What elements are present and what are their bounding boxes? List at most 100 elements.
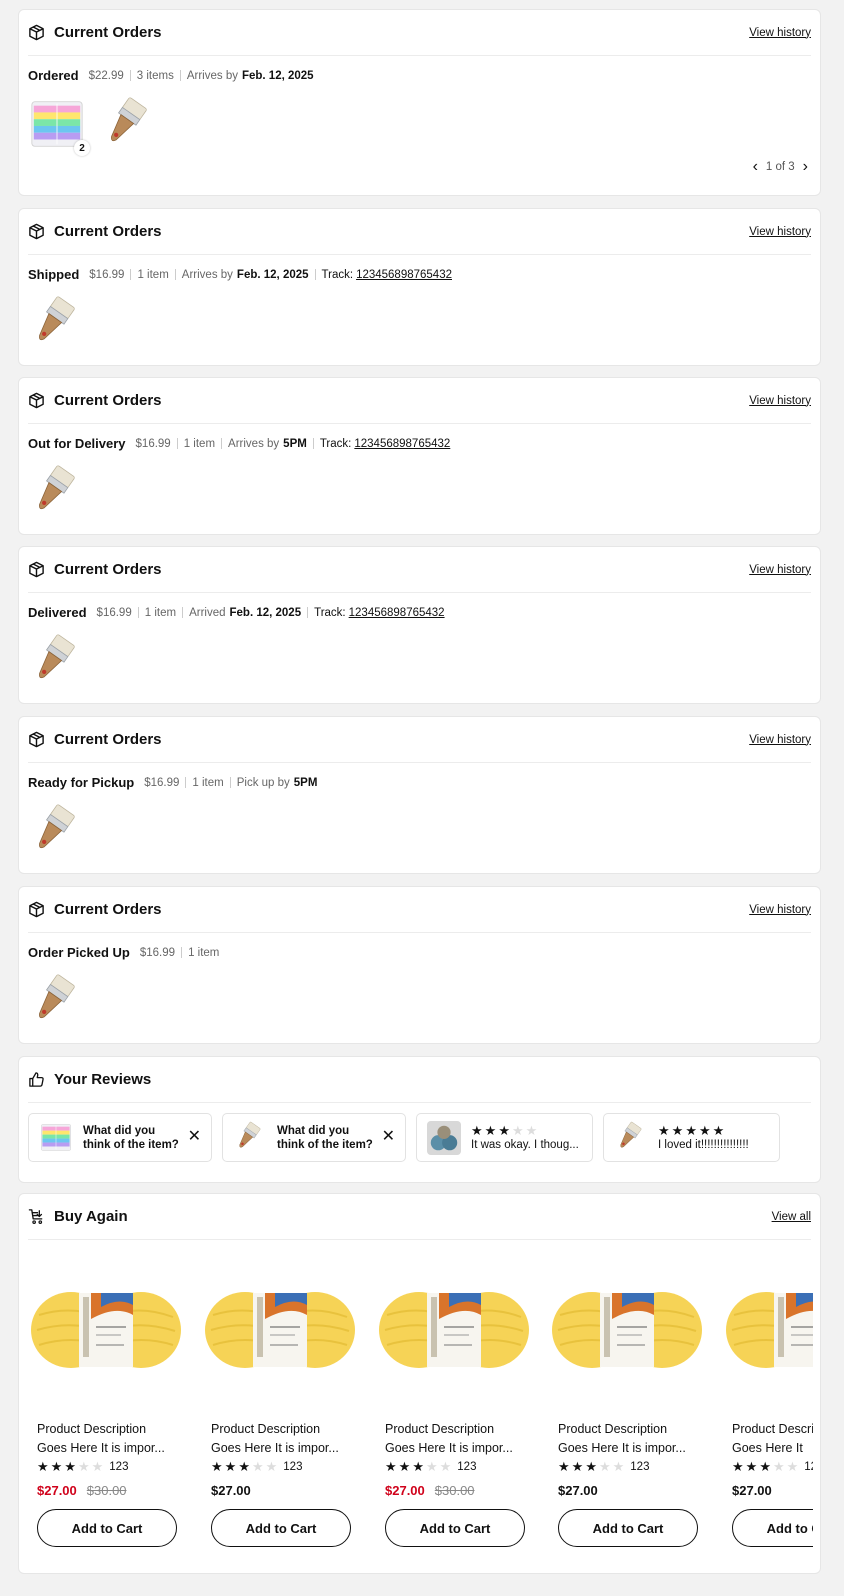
product-card[interactable]: Product Description Goes Here It is impor…	[202, 1250, 357, 1547]
order-status: Ready for Pickup	[28, 775, 135, 790]
paintbrush-thumbnail[interactable]	[28, 633, 86, 691]
product-description-line: Goes Here It	[732, 1441, 803, 1455]
order-thumbnails	[28, 973, 86, 1031]
package-icon	[28, 24, 46, 42]
thumbs-up-icon	[28, 1071, 46, 1089]
paintbrush-thumbnail[interactable]	[28, 973, 86, 1031]
product-description-line: Goes Here It is impor...	[558, 1441, 686, 1455]
review-card[interactable]: ★ ★ ★ ★ ★ I loved it!!!!!!!!!!!!!!!	[603, 1113, 780, 1162]
view-history-link[interactable]: View history	[749, 27, 811, 39]
product-description[interactable]: Product Description Goes Here It is impor…	[385, 1420, 527, 1458]
view-history-link[interactable]: View history	[749, 395, 811, 407]
product-description-line: Product Description	[732, 1422, 813, 1436]
review-comment: I loved it!!!!!!!!!!!!!!!	[658, 1139, 749, 1151]
add-to-cart-button[interactable]: Add to Cart	[732, 1509, 813, 1547]
chevron-left-icon[interactable]: ‹	[753, 158, 758, 176]
product-card[interactable]: Product Description Goes Here It is impor…	[28, 1250, 183, 1547]
price: $27.00	[732, 1483, 772, 1498]
cart-icon	[28, 1208, 46, 1226]
card-header: Your Reviews	[28, 1057, 811, 1103]
order-date: Feb. 12, 2025	[236, 268, 309, 281]
order-status-line: Order Picked Up $16.99 1 item	[28, 945, 219, 960]
review-prompt-line: think of the item?	[277, 1138, 373, 1151]
divider	[174, 269, 176, 280]
product-price: $27.00 $30.00	[37, 1483, 183, 1498]
product-description-line: Product Description	[37, 1422, 147, 1436]
package-icon	[28, 223, 46, 241]
add-to-cart-button[interactable]: Add to Cart	[558, 1509, 698, 1547]
paintbrush-thumbnail[interactable]	[28, 803, 86, 861]
star-filled-icon: ★	[412, 1459, 424, 1474]
product-card[interactable]: Product Description Goes Here It is impor…	[549, 1250, 704, 1547]
review-prompt-card[interactable]: What did you think of the item? ✕	[28, 1113, 212, 1162]
product-price: $27.00	[558, 1483, 704, 1498]
order-status-line: Out for Delivery $16.99 1 item Arrives b…	[28, 436, 450, 451]
star-filled-icon: ★	[658, 1123, 670, 1138]
order-item-count: 3 items	[136, 69, 174, 82]
star-filled-icon: ★	[571, 1459, 584, 1474]
chevron-right-icon[interactable]: ›	[803, 158, 808, 176]
star-filled-icon: ★	[37, 1459, 49, 1474]
product-card[interactable]: Product Description Goes Here It is impor…	[376, 1250, 531, 1547]
price: $27.00	[558, 1483, 598, 1498]
reviews-card: Your Reviews What did you think of the i…	[18, 1056, 821, 1183]
view-history-link[interactable]: View history	[749, 904, 811, 916]
card-header: Current Orders View history	[28, 378, 811, 424]
yarn-thumbnail	[427, 1121, 461, 1155]
divider	[179, 70, 181, 81]
order-card-ordered: Current Orders View history Ordered $22.…	[18, 9, 821, 196]
star-filled-icon: ★	[64, 1459, 76, 1474]
add-to-cart-button[interactable]: Add to Cart	[385, 1509, 525, 1547]
review-prompt-card[interactable]: What did you think of the item? ✕	[222, 1113, 406, 1162]
order-date-prefix: Arrives by	[181, 268, 233, 281]
add-to-cart-button[interactable]: Add to Cart	[211, 1509, 351, 1547]
card-title: Current Orders	[54, 392, 162, 409]
review-card[interactable]: ★ ★ ★ ★ ★ It was okay. I thoug...	[416, 1113, 593, 1162]
product-rating: ★★★★★123	[558, 1460, 704, 1473]
product-description-line: Goes Here It is impor...	[37, 1441, 165, 1455]
product-description[interactable]: Product Description Goes Here It	[732, 1420, 813, 1458]
product-image[interactable]	[28, 1250, 183, 1410]
review-prompt-text: What did you think of the item?	[83, 1124, 179, 1152]
card-title: Current Orders	[54, 561, 162, 578]
order-card-picked-up: Current Orders View history Order Picked…	[18, 886, 821, 1044]
divider	[181, 947, 183, 958]
order-status: Order Picked Up	[28, 945, 130, 960]
order-date-prefix: Arrived	[189, 606, 226, 619]
product-description[interactable]: Product Description Goes Here It is impor…	[37, 1420, 179, 1458]
view-all-link[interactable]: View all	[772, 1211, 811, 1223]
paintbrush-thumbnail[interactable]	[28, 295, 86, 353]
product-image[interactable]	[549, 1250, 704, 1410]
product-description-line: Product Description	[385, 1422, 495, 1436]
view-history-link[interactable]: View history	[749, 734, 811, 746]
star-filled-icon: ★	[385, 1459, 397, 1474]
paintbrush-thumbnail[interactable]	[28, 464, 86, 522]
divider	[137, 607, 139, 618]
tracking-number-link[interactable]: 123456898765432	[354, 438, 450, 450]
product-image[interactable]	[723, 1250, 813, 1410]
add-to-cart-button[interactable]: Add to Cart	[37, 1509, 177, 1547]
star-filled-icon: ★	[224, 1459, 237, 1474]
divider	[221, 438, 223, 449]
product-price: $27.00 $30.00	[385, 1483, 531, 1498]
organizer-thumbnail[interactable]: 2	[28, 96, 90, 156]
product-description[interactable]: Product Description Goes Here It is impor…	[211, 1420, 353, 1458]
close-icon[interactable]: ✕	[382, 1126, 395, 1146]
original-price: $30.00	[86, 1483, 127, 1498]
tracking-number-link[interactable]: 123456898765432	[356, 269, 452, 281]
star-rating: ★ ★ ★ ★ ★	[37, 1460, 103, 1473]
tracking-number-link[interactable]: 123456898765432	[349, 607, 445, 619]
order-date-prefix: Pick up by	[236, 776, 290, 789]
star-filled-icon: ★	[671, 1123, 684, 1138]
order-date: 5PM	[293, 776, 318, 789]
product-image[interactable]	[376, 1250, 531, 1410]
product-card[interactable]: Product DescriptionGoes Here It★★★★★123$…	[723, 1250, 813, 1547]
close-icon[interactable]: ✕	[188, 1126, 201, 1146]
view-history-link[interactable]: View history	[749, 564, 811, 576]
product-image[interactable]	[202, 1250, 357, 1410]
product-description[interactable]: Product Description Goes Here It is impor…	[558, 1420, 700, 1458]
order-price: $16.99	[139, 946, 176, 959]
paintbrush-thumbnail[interactable]	[100, 96, 158, 154]
view-history-link[interactable]: View history	[749, 226, 811, 238]
divider	[307, 607, 309, 618]
